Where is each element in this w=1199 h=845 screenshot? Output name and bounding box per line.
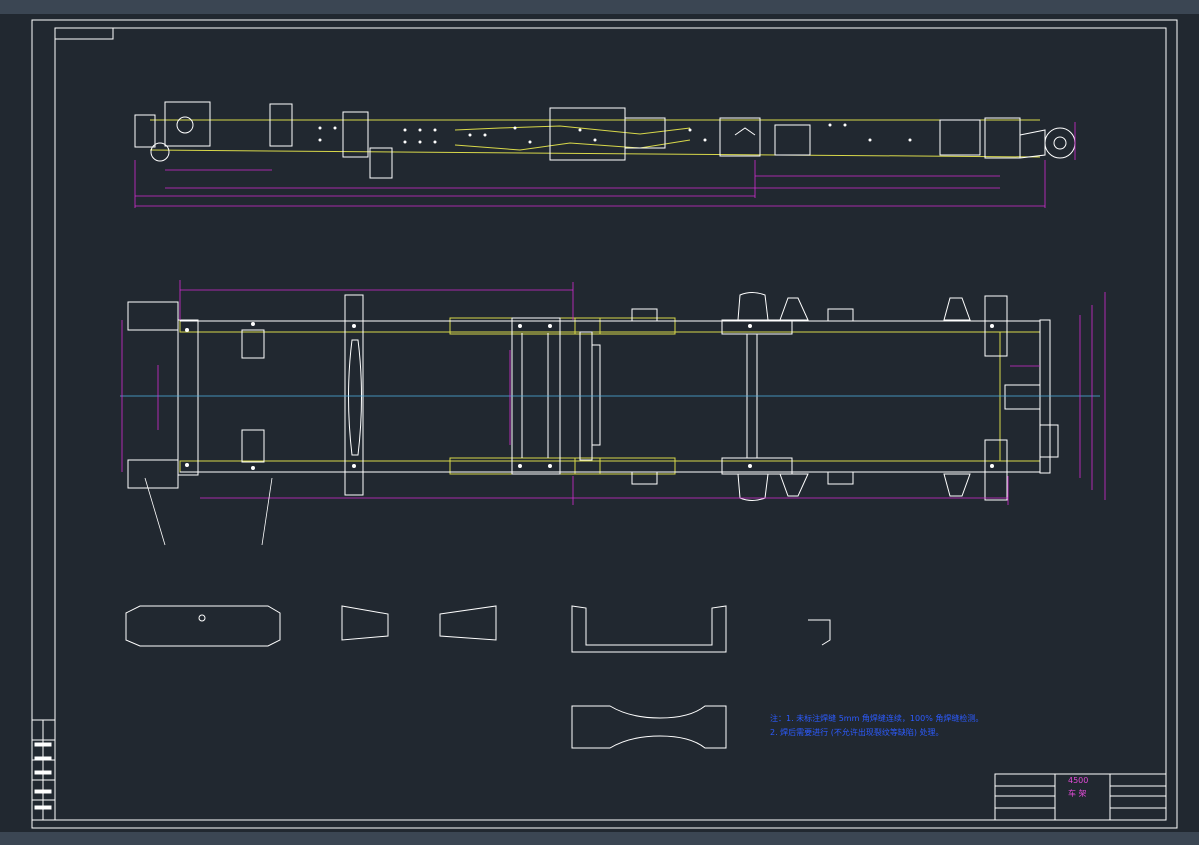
side-elevation-view (134, 101, 1076, 208)
drawing-frame (31, 19, 1178, 829)
section-views (125, 605, 831, 749)
top-toolbar-strip (0, 0, 1199, 14)
title-block-subtitle: 车 架 (1068, 789, 1087, 798)
plan-view (120, 280, 1106, 546)
cad-drawing-canvas[interactable] (0, 14, 1199, 832)
bottom-status-strip (0, 832, 1199, 845)
note-line-1: 注：1. 未标注焊缝 5mm 角焊缝连续，100% 角焊缝检测。 (770, 714, 984, 723)
technical-notes: 注：1. 未标注焊缝 5mm 角焊缝连续，100% 角焊缝检测。 2. 焊后需要… (770, 712, 983, 740)
title-block-title: 4500 (1068, 776, 1089, 785)
note-line-2: 2. 焊后需要进行 (不允许出现裂纹等缺陷) 处理。 (770, 728, 944, 737)
revision-strip (31, 719, 56, 821)
